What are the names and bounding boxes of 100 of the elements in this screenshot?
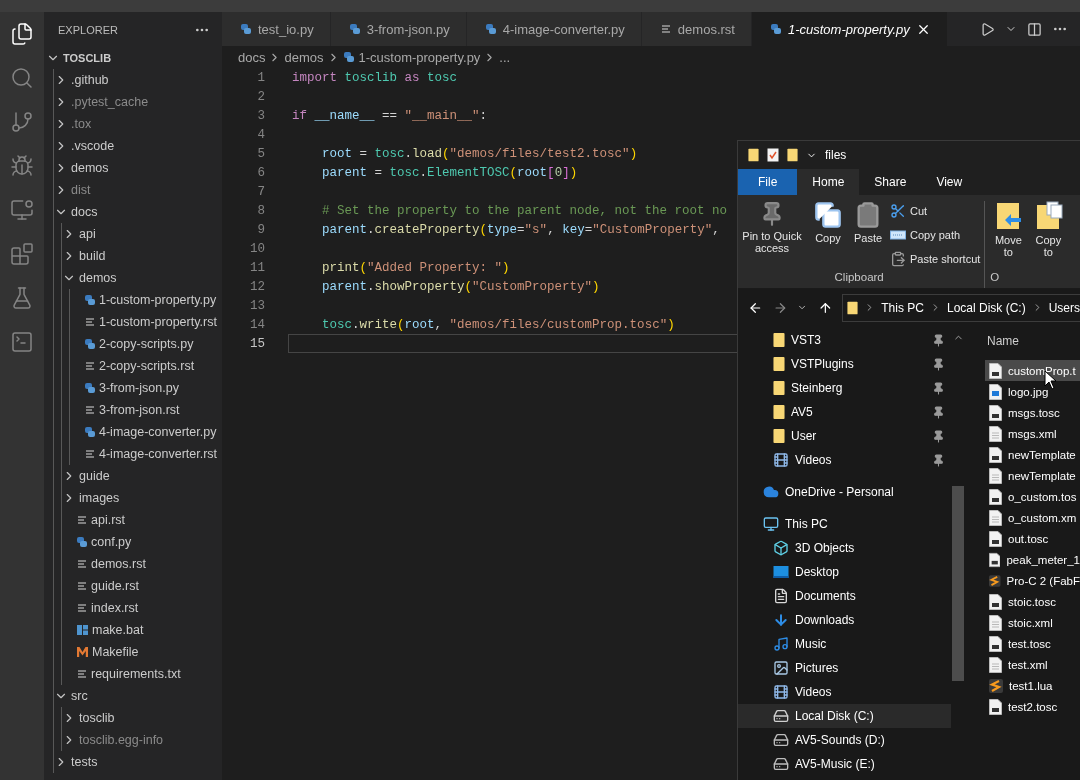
file-item[interactable]: test2.tosc [985,696,1080,717]
tree-item[interactable]: demos.rst [44,553,222,575]
ribbon-tab[interactable]: File [738,169,798,195]
tree-item[interactable]: api.rst [44,509,222,531]
properties-icon[interactable] [767,148,779,162]
tree-item[interactable]: guide.rst [44,575,222,597]
tree-item[interactable]: build [44,245,222,267]
ribbon-button[interactable]: Pin to Quick access [738,201,806,271]
tree-item[interactable]: Makefile [44,641,222,663]
editor-tab[interactable]: 4-image-converter.py [466,12,642,46]
monitor-icon[interactable] [10,198,34,222]
tree-item[interactable]: 3-from-json.rst [44,399,222,421]
ribbon-button[interactable]: Cut [890,201,981,221]
tree-item[interactable]: make.bat [44,619,222,641]
tree-item[interactable]: dist [44,179,222,201]
tree-item[interactable]: requirements.txt [44,663,222,685]
ribbon-button[interactable]: Paste [850,201,886,271]
nav-item[interactable]: Downloads [738,608,951,632]
tree-item[interactable]: images [44,487,222,509]
ribbon-tab[interactable]: Share [859,169,922,195]
nav-item[interactable]: Videos [738,680,951,704]
file-item[interactable]: test.tosc [985,633,1080,654]
tree-item[interactable]: tosclib.egg-info [44,729,222,751]
ribbon-tab[interactable]: Home [797,169,860,195]
nav-item[interactable]: Documents [738,584,951,608]
blocks-icon[interactable] [10,242,34,266]
editor-tab[interactable]: demos.rst [641,12,752,46]
search-icon[interactable] [10,66,34,90]
editor-tab[interactable]: 3-from-json.py [330,12,467,46]
path-segment[interactable]: This PC [881,300,924,315]
tree-item[interactable]: demos [44,157,222,179]
breadcrumb-item[interactable]: docs [238,49,266,65]
ribbon-button[interactable]: Copy to [1030,201,1067,271]
nav-item[interactable]: VSTPlugins [738,352,951,376]
nav-item[interactable]: User [738,424,951,448]
file-item[interactable]: newTemplate [985,444,1080,465]
file-item[interactable]: out.tosc [985,528,1080,549]
nav-item[interactable]: 3D Objects [738,536,951,560]
nav-item[interactable]: AV5-Sounds (D:) [738,728,951,752]
tree-item[interactable]: 4-image-converter.py [44,421,222,443]
tree-item[interactable]: 1-custom-property.rst [44,311,222,333]
files-icon[interactable] [10,22,34,46]
tree-item[interactable]: .tox [44,113,222,135]
tree-item[interactable]: api [44,223,222,245]
tree-item[interactable]: 2-copy-scripts.rst [44,355,222,377]
tree-item[interactable]: docs [44,201,222,223]
nav-item[interactable]: Local Disk (C:) [738,704,951,728]
file-item[interactable]: o_custom.xm [985,507,1080,528]
breadcrumb-item[interactable]: demos [284,49,324,65]
tree-item[interactable]: index.rst [44,597,222,619]
tree-item[interactable]: .vscode [44,135,222,157]
ribbon-button[interactable]: Copy path [890,225,981,245]
flask-icon[interactable] [10,286,34,310]
nav-item[interactable]: VST3 [738,328,951,352]
tree-item[interactable]: guide [44,465,222,487]
ribbon-button[interactable]: Copy [810,201,846,271]
file-item[interactable]: o_custom.tos [985,486,1080,507]
nav-item[interactable]: OneDrive - Personal [738,480,951,504]
branch-icon[interactable] [10,110,34,134]
tree-item[interactable]: 4-image-converter.rst [44,443,222,465]
nav-item[interactable]: AV5-Music (E:) [738,752,951,776]
ribbon-button[interactable]: Paste shortcut [890,249,981,269]
split-editor-icon[interactable] [1027,21,1042,37]
tree-item[interactable]: 1-custom-property.py [44,289,222,311]
ribbon-button[interactable]: Move to [990,201,1027,271]
file-item[interactable]: test1.lua [985,675,1080,696]
breadcrumb-item[interactable]: ... [499,49,511,65]
file-item[interactable]: test.xml [985,654,1080,675]
nav-item[interactable]: Desktop [738,560,951,584]
editor-tab[interactable]: test_io.py [222,12,331,46]
bug-icon[interactable] [10,154,34,178]
nav-item[interactable]: Pictures [738,656,951,680]
run-icon[interactable] [980,21,995,37]
nav-item[interactable]: AV5 [738,400,951,424]
ribbon-tab[interactable]: View [921,169,978,195]
file-item[interactable]: customProp.t [985,360,1080,381]
breadcrumb-item[interactable]: 1-custom-property.py [342,49,481,65]
file-item[interactable]: stoic.tosc [985,591,1080,612]
nav-item[interactable]: Steinberg [738,376,951,400]
file-item[interactable]: Pro-C 2 (FabF [985,570,1080,591]
file-item[interactable]: msgs.xml [985,423,1080,444]
tree-item[interactable]: tests [44,751,222,773]
nav-item[interactable]: This PC [738,512,951,536]
file-item[interactable]: newTemplate [985,465,1080,486]
tree-item[interactable]: 2-copy-scripts.py [44,333,222,355]
file-item[interactable]: msgs.tosc [985,402,1080,423]
path-segment[interactable]: Users [1048,300,1080,315]
tree-item[interactable]: demos [44,267,222,289]
editor-tab[interactable]: 1-custom-property.py [751,12,948,46]
tree-item[interactable]: conf.py [44,531,222,553]
terminal-icon[interactable] [10,330,34,354]
path-segment[interactable]: Local Disk (C:) [946,300,1026,315]
address-bar[interactable]: This PC Local Disk (C:) Users [842,293,1080,322]
nav-item[interactable]: Videos [738,448,951,472]
scrollbar-thumb[interactable] [952,486,964,681]
tree-item[interactable]: .pytest_cache [44,91,222,113]
nav-item[interactable]: Music [738,632,951,656]
file-item[interactable]: logo.jpg [985,381,1080,402]
tree-item[interactable]: TOSCLIB [44,47,222,69]
file-item[interactable]: peak_meter_1 [985,549,1080,570]
